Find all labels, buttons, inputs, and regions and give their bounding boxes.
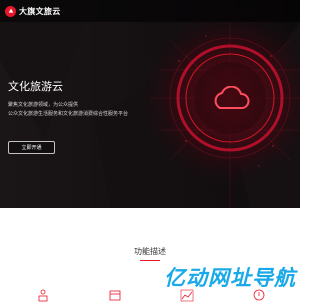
hero-description: 聚焦文化旅游领域，为公众提供 公众文化旅游生活服务和文化旅游消费综合性服务平台 bbox=[8, 101, 128, 119]
hero-description-line-2: 公众文化旅游生活服务和文化旅游消费综合性服务平台 bbox=[8, 111, 129, 117]
cloud-icon bbox=[214, 86, 250, 109]
features-section: 功能描述 亿动网址导航 bbox=[0, 208, 300, 302]
brand-logo[interactable]: 大旗文旅云 bbox=[5, 5, 61, 17]
watermark-text: 亿动网址导航 bbox=[164, 266, 296, 290]
hero-banner: 大旗文旅云 文化旅游云 聚焦文化旅游领域，为公众提供 公众文化旅游生活服务和文化… bbox=[0, 0, 300, 208]
hero-title: 文化旅游云 bbox=[8, 80, 63, 93]
brand-name: 大旗文旅云 bbox=[19, 6, 61, 16]
top-navbar: 大旗文旅云 bbox=[0, 0, 300, 22]
section-title-underline bbox=[140, 260, 160, 261]
hero-description-line-1: 聚焦文化旅游领域，为公众提供 bbox=[8, 102, 79, 108]
section-title: 功能描述 bbox=[134, 247, 166, 256]
activate-button[interactable]: 立即开通 bbox=[8, 141, 55, 154]
logo-icon bbox=[5, 5, 16, 17]
